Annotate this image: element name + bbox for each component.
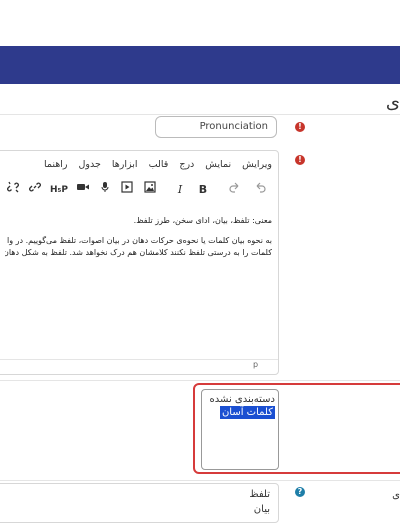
field-label: ی bbox=[392, 490, 400, 501]
link-icon[interactable] bbox=[27, 181, 43, 199]
editor-statusbar: p bbox=[0, 359, 278, 374]
editor-content[interactable]: معنی: تلفظ، بیان، ادای سخن، طرز تلفظ. به… bbox=[5, 215, 272, 267]
image-icon[interactable] bbox=[142, 181, 158, 199]
required-icon: ! bbox=[295, 155, 305, 165]
menu-tools[interactable]: ابزارها bbox=[112, 159, 138, 170]
keyword-item: تلفظ bbox=[249, 489, 270, 500]
editor-toolbar: B I H₅P bbox=[0, 181, 280, 203]
divider bbox=[0, 480, 400, 481]
redo-icon[interactable] bbox=[227, 181, 243, 199]
microphone-icon[interactable] bbox=[97, 181, 113, 199]
definition-editor[interactable]: ویرایش نمایش درج قالب ابزارها جدول راهنم… bbox=[0, 150, 279, 375]
navigation-bar bbox=[0, 46, 400, 84]
page-title: ی bbox=[385, 92, 400, 113]
required-icon: ! bbox=[295, 122, 305, 132]
content-line: به نحوه بیان کلمات یا نحوه‌ی حرکات دهان … bbox=[7, 236, 272, 245]
h5p-icon[interactable]: H₅P bbox=[49, 181, 69, 199]
unlink-icon[interactable] bbox=[5, 181, 21, 199]
undo-icon[interactable] bbox=[252, 181, 268, 199]
menu-view[interactable]: نمایش bbox=[205, 159, 231, 170]
keywords-textarea[interactable]: تلفظ بیان bbox=[0, 483, 279, 523]
categories-select[interactable]: دسته‌بندی نشده کلمات آسان bbox=[201, 389, 279, 470]
menu-format[interactable]: قالب bbox=[149, 159, 169, 170]
italic-icon[interactable]: I bbox=[172, 181, 188, 199]
element-path[interactable]: p bbox=[253, 360, 258, 369]
category-option-selected[interactable]: کلمات آسان bbox=[219, 406, 275, 419]
editor-menubar: ویرایش نمایش درج قالب ابزارها جدول راهنم… bbox=[36, 159, 272, 170]
content-line: کلمات را به درستی تلفظ نکنند کلامشان هم … bbox=[5, 248, 272, 257]
menu-insert[interactable]: درج bbox=[179, 159, 194, 170]
menu-edit[interactable]: ویرایش bbox=[242, 159, 272, 170]
menu-help[interactable]: راهنما bbox=[44, 159, 68, 170]
menu-table[interactable]: جدول bbox=[79, 159, 101, 170]
video-icon[interactable] bbox=[75, 181, 91, 199]
help-icon[interactable]: ? bbox=[295, 487, 305, 497]
divider bbox=[0, 380, 400, 381]
top-bar bbox=[0, 0, 400, 46]
divider bbox=[0, 114, 400, 115]
bold-icon[interactable]: B bbox=[195, 181, 211, 199]
content-line: معنی: تلفظ، بیان، ادای سخن، طرز تلفظ. bbox=[133, 216, 272, 225]
keyword-item: بیان bbox=[253, 504, 270, 515]
category-option[interactable]: دسته‌بندی نشده bbox=[205, 393, 275, 406]
concept-name-input[interactable]: Pronunciation bbox=[155, 116, 277, 138]
media-icon[interactable] bbox=[119, 181, 135, 199]
